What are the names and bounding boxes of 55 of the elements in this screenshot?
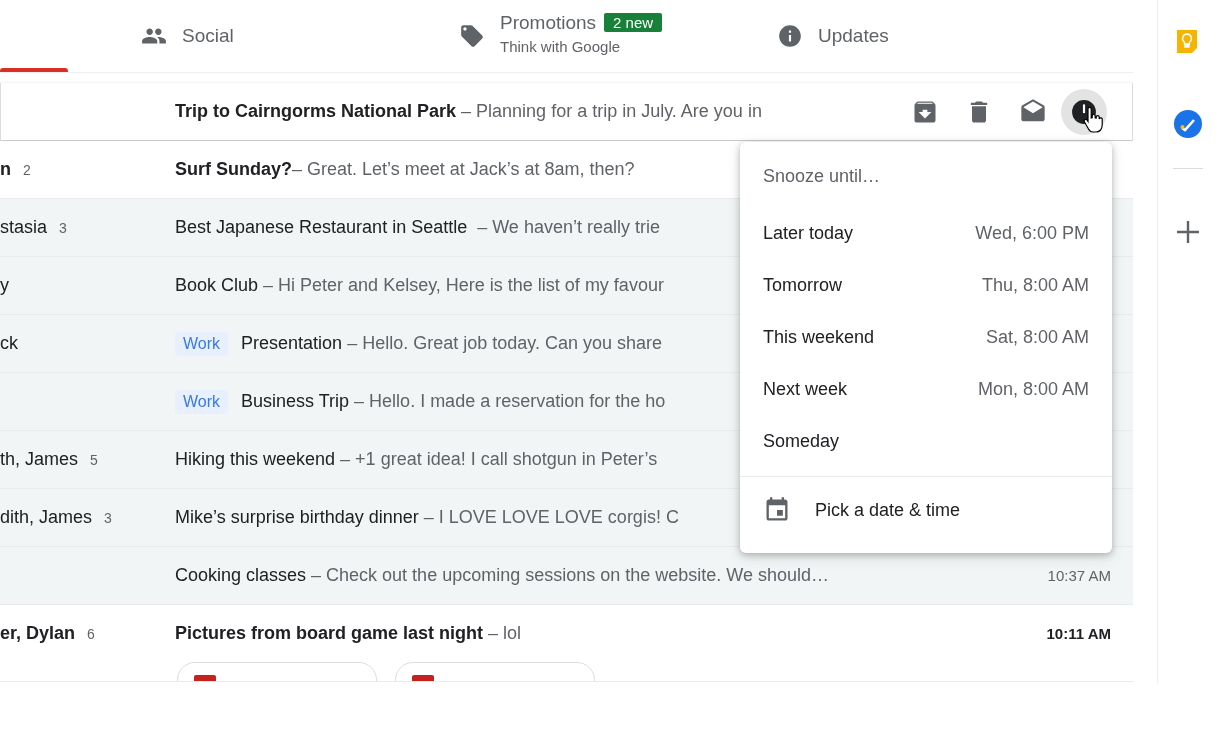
tab[interactable]: Updates xyxy=(704,0,1022,72)
option-time: Thu, 8:00 AM xyxy=(981,274,1089,296)
email-row[interactable]: Cooking classes – Check out the upcoming sessions on the website. We should… 10:37 AM xyxy=(0,547,1133,604)
option-time: Sat, 8:00 AM xyxy=(985,326,1089,348)
tab-subtitle: Think with Google xyxy=(500,37,622,55)
email-summary: Business Trip – Hello. I made a reservation for the ho xyxy=(241,391,666,412)
check-circle-icon[interactable] xyxy=(1174,110,1202,138)
email-summary: Trip to Cairngorms National Park – Planning for a trip in July. Are you in xyxy=(175,101,762,122)
option-label: Someday xyxy=(763,430,840,452)
info-icon xyxy=(777,23,803,49)
email-summary: Pictures from board game last night – lol xyxy=(175,623,522,644)
thread-count: 6 xyxy=(87,625,95,642)
tab-label: Promotions xyxy=(500,11,597,34)
email-summary: Presentation – Hello. Great job today. Can you share xyxy=(241,333,662,354)
snooze-button[interactable] xyxy=(1061,88,1107,135)
snooze-option[interactable]: Tomorrow Thu, 8:00 AM xyxy=(740,259,1112,311)
sender-name: y xyxy=(0,275,9,296)
email-row[interactable]: Trip to Cairngorms National Park – Planning for a trip in July. Are you in xyxy=(0,83,1133,140)
label-chip: Work xyxy=(175,331,229,356)
add-icon[interactable] xyxy=(1177,221,1199,243)
snooze-option[interactable]: Later today Wed, 6:00 PM xyxy=(740,207,1112,259)
tab-label: Updates xyxy=(818,25,889,47)
email-summary: Surf Sunday?– Great. Let’s meet at Jack’s at 8am, then? xyxy=(175,159,635,180)
received-time: 10:37 AM xyxy=(1046,567,1112,584)
option-label: Tomorrow xyxy=(763,274,842,296)
email-summary: Cooking classes – Check out the upcoming sessions on the website. We should… xyxy=(175,565,830,586)
option-time: Mon, 8:00 AM xyxy=(977,378,1089,400)
label-chip: Work xyxy=(175,389,229,414)
sender-name: n xyxy=(0,159,11,180)
option-label: This weekend xyxy=(763,326,875,348)
new-badge: 2 new xyxy=(604,13,663,32)
received-time: 10:11 AM xyxy=(1045,625,1112,642)
hand-cursor-icon xyxy=(1083,106,1103,133)
sender-name: th, James xyxy=(0,449,79,470)
tag-icon xyxy=(459,23,485,49)
thread-count: 3 xyxy=(59,219,67,236)
option-label: Later today xyxy=(763,222,854,244)
email-summary: Best Japanese Restaurant in Seattle – We haven’t really trie xyxy=(175,217,660,238)
email-summary: Hiking this weekend – +1 great idea! I call shotgun in Peter’s xyxy=(175,449,658,470)
sender-name: er, Dylan xyxy=(0,623,76,644)
thread-count: 5 xyxy=(90,451,98,468)
tab-label: Social xyxy=(182,25,234,47)
sender-name: stasia xyxy=(0,217,48,238)
tab[interactable]: Promotions 2 new Think with Google xyxy=(386,0,704,72)
thread-count: 2 xyxy=(23,161,31,178)
email-summary: Book Club – Hi Peter and Kelsey, Here is the list of my favour xyxy=(175,275,664,296)
thread-count: 3 xyxy=(104,509,112,526)
option-label: Next week xyxy=(763,378,848,400)
option-time: Wed, 6:00 PM xyxy=(975,222,1089,244)
email-summary: Mike’s surprise birthday dinner – I LOVE LOVE LOVE corgis! C xyxy=(175,507,679,528)
sender-name: dith, James xyxy=(0,507,93,528)
option-label: Pick a date & time xyxy=(815,499,961,521)
sender-name: ck xyxy=(0,333,18,354)
menu-header: Snooze until… xyxy=(762,165,882,188)
tab[interactable]: Social xyxy=(68,0,386,72)
